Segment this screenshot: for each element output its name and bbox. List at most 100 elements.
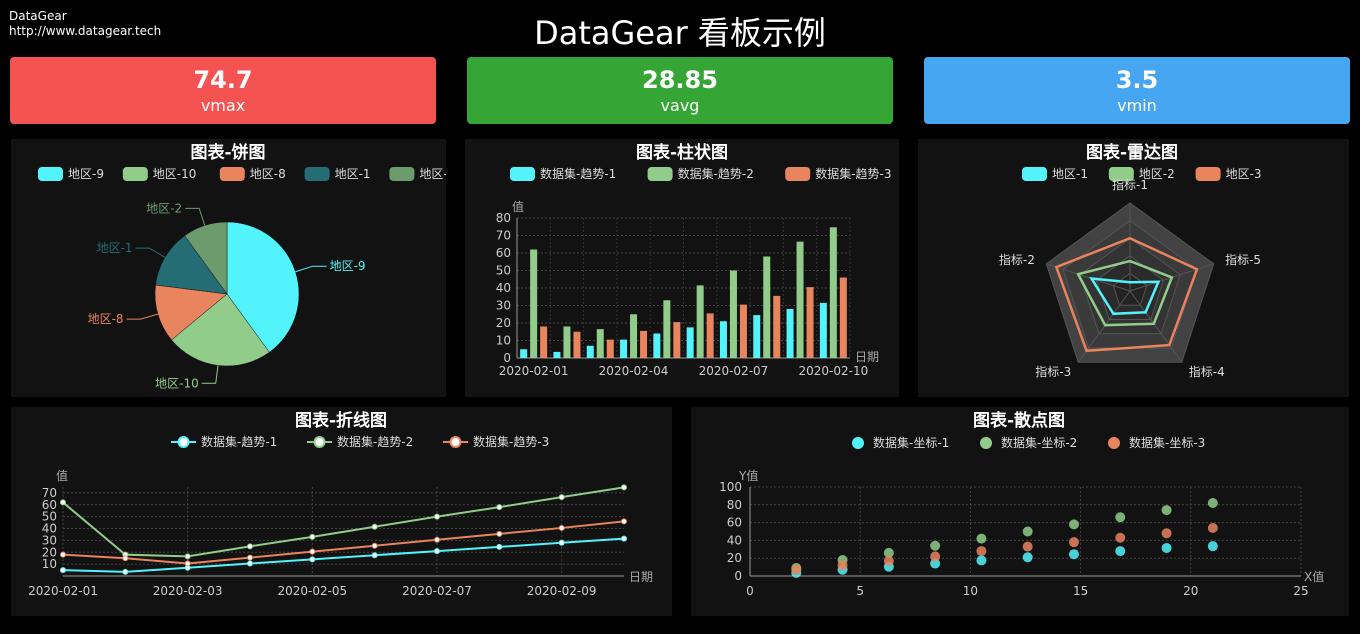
bar[interactable]: [696, 285, 704, 358]
legend-label[interactable]: 地区-2: [419, 167, 446, 181]
scatter-point[interactable]: [1115, 532, 1126, 543]
bar[interactable]: [553, 351, 561, 358]
line-point[interactable]: [309, 533, 316, 540]
bar[interactable]: [573, 331, 581, 358]
legend-label[interactable]: 数据集-趋势-2: [337, 434, 413, 449]
legend-label[interactable]: 地区-10: [153, 167, 197, 181]
bar[interactable]: [653, 333, 661, 359]
legend-swatch[interactable]: [1195, 167, 1221, 181]
line-point[interactable]: [558, 524, 565, 531]
legend-label[interactable]: 数据集-趋势-3: [473, 434, 549, 449]
line-series[interactable]: [62, 486, 625, 558]
legend-label[interactable]: 数据集-趋势-2: [678, 166, 754, 181]
legend-swatch[interactable]: [1022, 167, 1047, 181]
scatter-point[interactable]: [1115, 512, 1126, 523]
line-point[interactable]: [60, 551, 66, 558]
scatter-point[interactable]: [1068, 549, 1079, 560]
scatter-point[interactable]: [1022, 552, 1033, 563]
line-point[interactable]: [496, 543, 503, 550]
legend-swatch[interactable]: [647, 167, 673, 181]
line-point[interactable]: [60, 567, 66, 574]
bar[interactable]: [839, 277, 847, 359]
bar[interactable]: [620, 339, 628, 358]
legend-swatch[interactable]: [219, 167, 245, 181]
bar[interactable]: [819, 302, 827, 358]
scatter-point[interactable]: [1022, 541, 1033, 552]
scatter-point[interactable]: [1207, 498, 1218, 509]
bar[interactable]: [540, 326, 548, 359]
line-point[interactable]: [621, 535, 627, 542]
kpi-card-vmax[interactable]: 74.7 vmax: [10, 57, 436, 124]
line-point[interactable]: [621, 484, 627, 491]
line-point[interactable]: [558, 494, 565, 501]
line-point[interactable]: [371, 523, 378, 530]
bar[interactable]: [563, 326, 571, 359]
line-point[interactable]: [434, 536, 440, 543]
bar[interactable]: [706, 313, 714, 358]
legend-label[interactable]: 数据集-趋势-3: [815, 166, 891, 181]
legend-label[interactable]: 地区-8: [250, 167, 286, 181]
line-point[interactable]: [558, 539, 565, 546]
line-point[interactable]: [60, 499, 66, 506]
legend-label[interactable]: 数据集-坐标-3: [1129, 435, 1205, 450]
bar[interactable]: [630, 314, 638, 358]
legend-swatch[interactable]: [304, 167, 330, 181]
legend-marker[interactable]: [449, 436, 462, 448]
bar[interactable]: [520, 349, 528, 358]
scatter-point[interactable]: [1207, 541, 1218, 552]
legend-marker[interactable]: [313, 436, 326, 448]
line-point[interactable]: [496, 504, 503, 511]
scatter-point[interactable]: [976, 555, 987, 566]
bar[interactable]: [796, 241, 804, 358]
legend-label[interactable]: 数据集-趋势-1: [201, 434, 277, 449]
legend-swatch[interactable]: [122, 167, 148, 181]
legend-label[interactable]: 地区-9: [68, 167, 104, 181]
line-point[interactable]: [309, 556, 316, 563]
scatter-point[interactable]: [1207, 522, 1218, 533]
line-point[interactable]: [247, 554, 253, 561]
line-point[interactable]: [434, 548, 440, 555]
bar[interactable]: [773, 295, 781, 358]
legend-label[interactable]: 数据集-坐标-1: [873, 435, 949, 450]
line-point[interactable]: [247, 543, 253, 550]
scatter-point[interactable]: [976, 533, 987, 544]
scatter-point[interactable]: [1068, 537, 1079, 548]
kpi-card-vmin[interactable]: 3.5 vmin: [924, 57, 1350, 124]
line-point[interactable]: [122, 568, 129, 575]
legend-label[interactable]: 地区-3: [1226, 167, 1262, 181]
bar[interactable]: [530, 249, 538, 359]
scatter-point[interactable]: [930, 551, 941, 562]
line-point[interactable]: [371, 552, 378, 559]
bar[interactable]: [719, 321, 727, 358]
bar[interactable]: [606, 339, 614, 358]
line-point[interactable]: [371, 542, 378, 549]
line-point[interactable]: [496, 530, 503, 537]
legend-marker[interactable]: [177, 436, 190, 448]
legend-label[interactable]: 地区-1: [335, 167, 371, 181]
line-point[interactable]: [247, 560, 253, 567]
scatter-point[interactable]: [1022, 526, 1033, 537]
line-point[interactable]: [309, 548, 316, 555]
scatter-point[interactable]: [1068, 519, 1079, 530]
line-point[interactable]: [621, 518, 627, 525]
line-point[interactable]: [122, 555, 129, 562]
scatter-point[interactable]: [791, 564, 802, 575]
bar[interactable]: [686, 327, 694, 358]
bar[interactable]: [673, 322, 681, 358]
kpi-card-vavg[interactable]: 28.85 vavg: [467, 57, 893, 124]
legend-marker[interactable]: [1108, 437, 1120, 449]
legend-label[interactable]: 数据集-坐标-2: [1001, 435, 1077, 450]
bar[interactable]: [586, 345, 594, 358]
bar[interactable]: [739, 304, 747, 358]
bar[interactable]: [663, 300, 671, 358]
scatter-point[interactable]: [883, 555, 894, 566]
legend-label[interactable]: 数据集-趋势-1: [540, 166, 616, 181]
bar[interactable]: [596, 329, 604, 358]
line-point[interactable]: [434, 513, 440, 520]
bar[interactable]: [763, 256, 771, 359]
scatter-point[interactable]: [976, 546, 987, 557]
bar[interactable]: [753, 315, 761, 358]
bar[interactable]: [829, 227, 837, 358]
bar[interactable]: [729, 270, 737, 359]
line-point[interactable]: [184, 560, 191, 567]
